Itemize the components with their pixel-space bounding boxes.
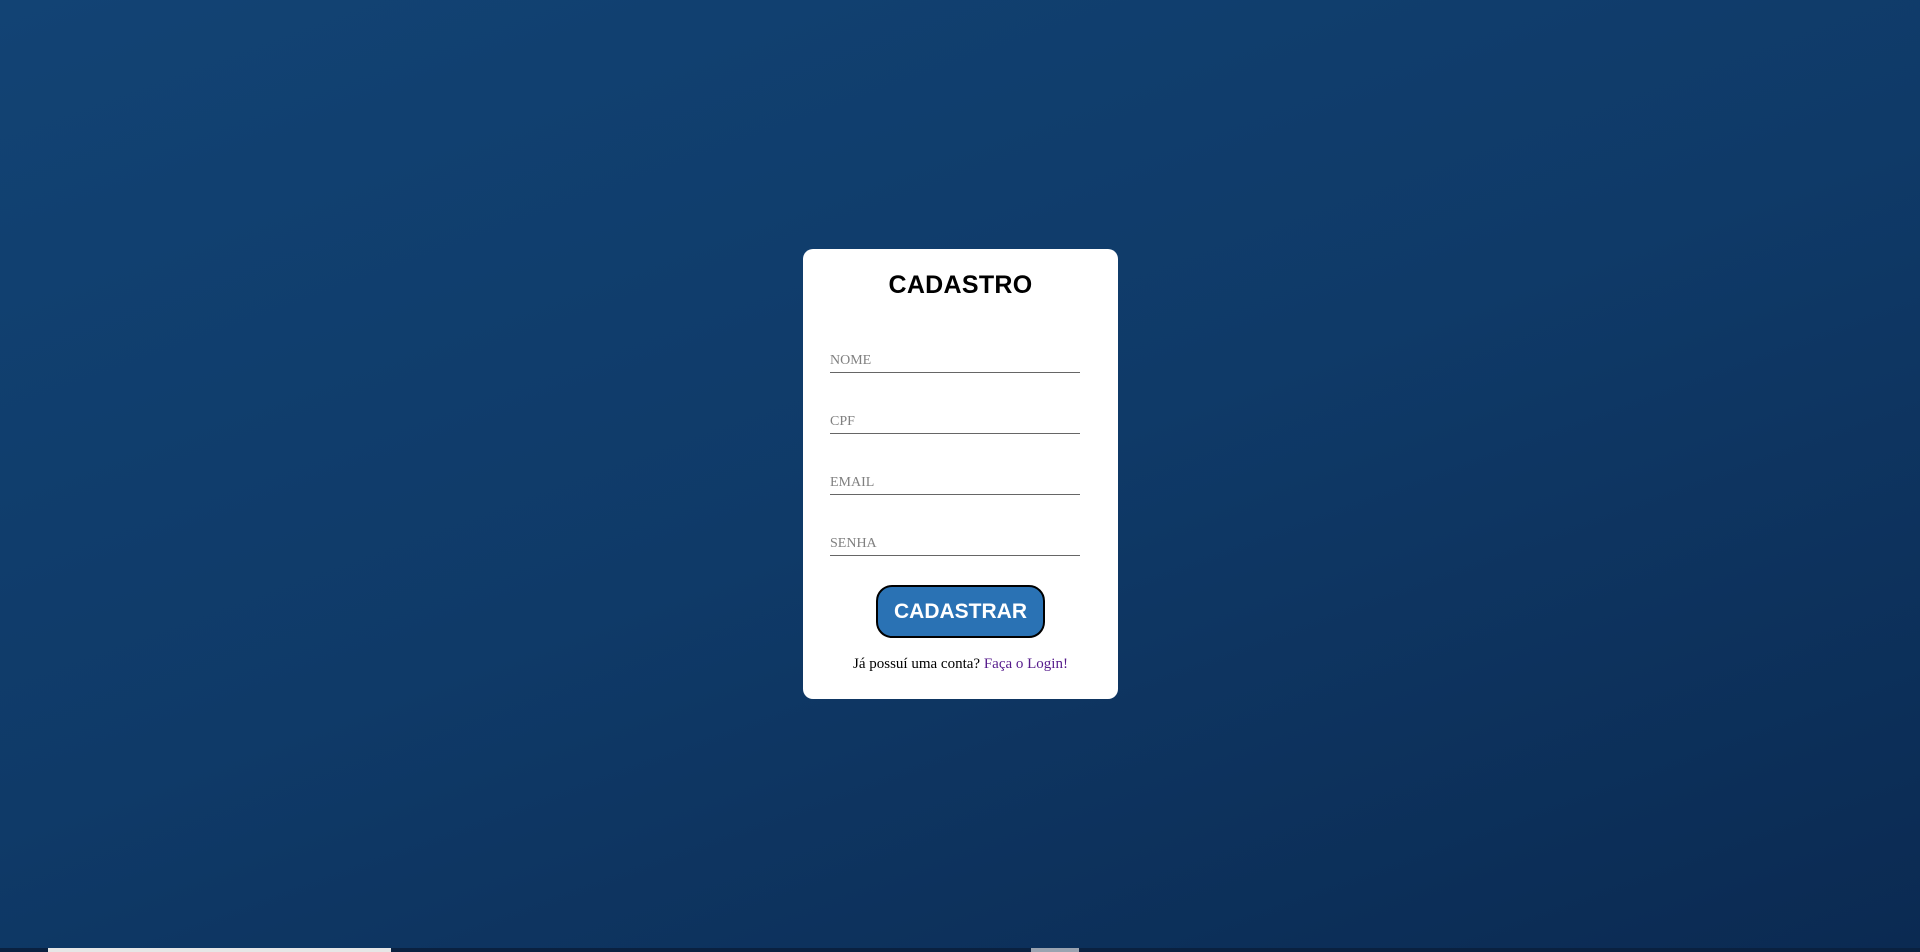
- password-input[interactable]: [830, 533, 1080, 556]
- bottom-scrollbar-strip: [0, 948, 1920, 952]
- email-input[interactable]: [830, 472, 1080, 495]
- bottom-strip-segment: [1031, 948, 1079, 952]
- page-background: { "form": { "title": "CADASTRO", "fields…: [0, 0, 1920, 952]
- name-input[interactable]: [830, 350, 1080, 373]
- bottom-strip-segment: [48, 948, 391, 952]
- login-link[interactable]: Faça o Login!: [984, 656, 1068, 672]
- signup-card: CADASTRO CADASTRAR Já possuí uma conta? …: [803, 249, 1118, 699]
- page-title: CADASTRO: [888, 271, 1033, 299]
- login-prompt-text: Já possuí uma conta?: [853, 656, 981, 672]
- cpf-input[interactable]: [830, 411, 1080, 434]
- register-button[interactable]: CADASTRAR: [876, 585, 1045, 638]
- login-prompt: Já possuí uma conta? Faça o Login!: [803, 656, 1118, 673]
